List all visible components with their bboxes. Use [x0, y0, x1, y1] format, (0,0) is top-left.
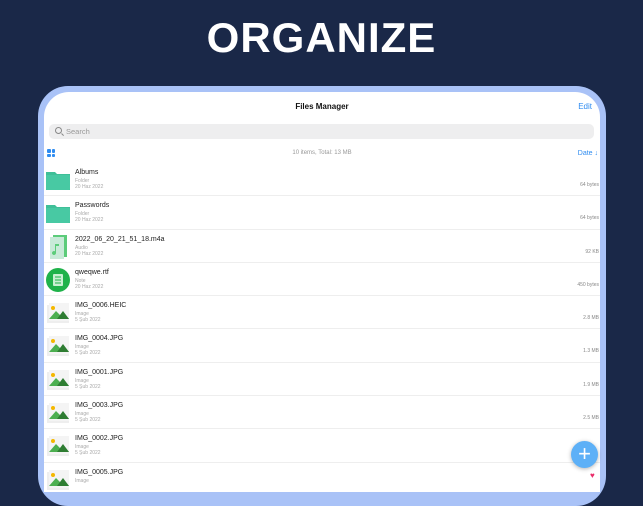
file-row[interactable]: Albums Folder 20 Haz 2022 64 bytes	[44, 163, 600, 197]
file-name: Albums	[75, 169, 99, 176]
file-date: 5 Şub 2022	[75, 350, 101, 357]
file-row[interactable]: IMG_0005.JPG Image	[44, 463, 600, 492]
file-name: IMG_0006.HEIC	[75, 302, 127, 310]
folder-icon	[45, 168, 71, 192]
file-size: 2.8 MB	[583, 315, 599, 322]
file-list: Albums Folder 20 Haz 2022 64 bytes Passw…	[44, 163, 600, 492]
file-row[interactable]: Passwords Folder 20 Haz 2022 64 bytes	[44, 196, 600, 230]
file-name: IMG_0001.JPG	[75, 368, 124, 376]
file-date: 20 Haz 2022	[75, 184, 104, 190]
items-summary: 10 items, Total: 13 MB	[292, 150, 352, 156]
file-row[interactable]: 2022_06_20_21_51_18.m4a Audio 20 Haz 202…	[44, 230, 600, 263]
image-icon	[45, 301, 71, 325]
file-size: 64 bytes	[580, 215, 599, 222]
file-size: 92 KB	[585, 248, 599, 255]
file-row[interactable]: IMG_0003.JPG Image 5 Şub 2022 2.5 MB	[44, 396, 600, 430]
file-name: IMG_0004.JPG	[75, 335, 124, 343]
search-input[interactable]: Search	[49, 124, 594, 139]
file-size: 1.9 MB	[583, 381, 599, 388]
image-icon	[45, 468, 71, 492]
folder-icon	[45, 201, 71, 225]
file-name: IMG_0003.JPG	[75, 402, 124, 410]
image-icon	[45, 368, 71, 392]
image-icon	[45, 334, 71, 358]
file-name: 2022_06_20_21_51_18.m4a	[75, 235, 165, 243]
search-icon	[55, 127, 62, 134]
audio-icon	[45, 234, 71, 259]
file-size: 64 bytes	[580, 182, 599, 188]
file-date: 20 Haz 2022	[75, 217, 104, 224]
file-date: 5 Şub 2022	[75, 417, 101, 424]
app-screen: Files Manager Edit Search 10 items, Tota…	[44, 92, 600, 492]
file-size: 2.5 MB	[583, 415, 599, 422]
headline: ORGANIZE	[206, 14, 437, 61]
file-size: 450 bytes	[577, 281, 599, 288]
file-date: 20 Haz 2022	[75, 250, 104, 257]
file-row[interactable]: IMG_0002.JPG Image 5 Şub 2022	[44, 429, 600, 463]
file-row[interactable]: IMG_0006.HEIC Image 5 Şub 2022 2.8 MB	[44, 296, 600, 330]
file-row[interactable]: qweqwe.rtf Note 20 Haz 2022 450 bytes	[44, 263, 600, 297]
page-title: Files Manager	[295, 102, 349, 111]
search-placeholder: Search	[66, 127, 90, 136]
edit-button[interactable]: Edit	[578, 102, 592, 111]
file-name: IMG_0002.JPG	[75, 435, 124, 443]
add-button[interactable]: +	[571, 441, 598, 468]
heart-icon: ♥	[590, 471, 595, 480]
note-icon	[45, 267, 71, 292]
image-icon	[45, 434, 71, 458]
file-date: 5 Şub 2022	[75, 450, 101, 457]
image-icon	[45, 401, 71, 425]
file-name: Passwords	[75, 202, 110, 210]
sort-by-date-button[interactable]: Date ↓	[578, 150, 598, 157]
file-date: 5 Şub 2022	[75, 317, 101, 324]
file-date: 20 Haz 2022	[75, 283, 104, 290]
file-date: 5 Şub 2022	[75, 383, 101, 390]
file-name: qweqwe.rtf	[75, 268, 109, 276]
file-row[interactable]: IMG_0001.JPG Image 5 Şub 2022 1.9 MB	[44, 363, 600, 397]
file-type: Image	[75, 477, 89, 484]
file-name: IMG_0005.JPG	[75, 468, 124, 476]
file-row[interactable]: IMG_0004.JPG Image 5 Şub 2022 1.3 MB	[44, 329, 600, 363]
file-size: 1.3 MB	[583, 348, 599, 355]
